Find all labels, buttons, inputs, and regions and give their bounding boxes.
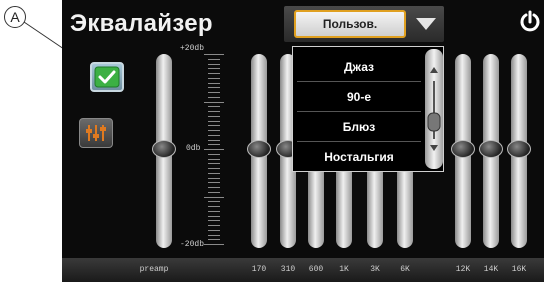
scale-tick [208, 220, 220, 222]
freq-label: 3K [370, 265, 380, 274]
scale-tick [208, 134, 220, 136]
scale-tick [208, 120, 220, 122]
scale-tick [208, 115, 220, 117]
arrow-up-icon[interactable] [430, 67, 438, 73]
freq-label: 1K [339, 265, 349, 274]
arrow-down-icon[interactable] [430, 145, 438, 151]
scale-tick [208, 144, 220, 146]
freq-label: 310 [280, 265, 296, 274]
scale-tick [208, 77, 220, 79]
equalizer-icon [86, 125, 106, 141]
scale-label-mid: 0db [186, 144, 201, 153]
scale-tick [204, 101, 224, 103]
scale-tick [208, 215, 220, 217]
scale-tick [208, 63, 220, 65]
scale-tick [208, 139, 220, 141]
dropdown-scrollbar[interactable] [425, 49, 443, 169]
scale-tick [208, 130, 220, 131]
preamp-label: preamp [139, 265, 169, 274]
scale-tick [204, 149, 224, 150]
scale-tick [208, 177, 220, 179]
scale-tick [208, 153, 220, 155]
scale-tick [204, 196, 224, 198]
preamp-slider[interactable] [152, 54, 176, 248]
dropdown-item[interactable]: Блюз [293, 112, 425, 142]
scale-tick [208, 125, 220, 127]
dropdown-item[interactable]: 90-е [293, 82, 425, 112]
check-icon [94, 66, 120, 88]
dropdown-item[interactable]: Ностальгия [293, 142, 425, 172]
preset-dropdown-list: Джаз 90-е Блюз Ностальгия [292, 46, 444, 172]
scale-tick [208, 168, 220, 169]
band-slider-16k[interactable] [507, 54, 531, 248]
scale-tick [208, 82, 220, 84]
scale-tick [208, 163, 220, 165]
scale-tick [208, 172, 220, 174]
scale-tick [208, 182, 220, 184]
freq-label: 16K [511, 265, 527, 274]
band-slider-14k[interactable] [479, 54, 503, 248]
scale-tick [204, 244, 224, 245]
freq-label: 600 [308, 265, 324, 274]
frequency-footer: preamp 170 310 600 1K 3K 6K 12K 14K 16K [62, 258, 544, 282]
equalizer-screen: Эквалайзер Пользов. +20db 0db -20db Джаз… [62, 0, 544, 282]
scale-tick [208, 239, 220, 241]
scale-tick [208, 68, 220, 70]
scale-tick [208, 201, 220, 203]
dropdown-item[interactable]: Джаз [293, 52, 425, 82]
freq-label: 14K [483, 265, 499, 274]
scale-tick [208, 58, 220, 60]
scale-tick [208, 229, 220, 231]
equalizer-settings-button[interactable] [79, 118, 113, 148]
freq-label: 12K [455, 265, 471, 274]
scale-tick [208, 225, 220, 226]
power-icon[interactable] [518, 10, 542, 34]
scale-tick [208, 191, 220, 193]
band-slider-170[interactable] [247, 54, 271, 248]
scale-tick [208, 234, 220, 236]
scale-label-bottom: -20db [180, 240, 205, 249]
page-title: Эквалайзер [70, 10, 213, 37]
scale-tick [208, 187, 220, 188]
slider-knob[interactable] [247, 140, 271, 158]
scale-tick [208, 73, 220, 74]
scale-tick [208, 158, 220, 160]
preset-button[interactable]: Пользов. [294, 10, 406, 38]
scale-tick [208, 206, 220, 207]
scale-tick [208, 210, 220, 212]
band-slider-12k[interactable] [451, 54, 475, 248]
scale-tick [208, 87, 220, 89]
scale-tick [208, 111, 220, 112]
scale-label-top: +20db [180, 44, 205, 53]
scale-tick [208, 96, 220, 98]
slider-knob[interactable] [507, 140, 531, 158]
slider-knob[interactable] [451, 140, 475, 158]
triangle-down-icon[interactable] [416, 18, 436, 30]
freq-label: 170 [251, 265, 267, 274]
scale-tick [204, 54, 224, 55]
slider-knob[interactable] [152, 140, 176, 158]
scale-tick [208, 92, 220, 93]
scroll-thumb[interactable] [427, 112, 441, 132]
apply-button[interactable] [90, 62, 124, 92]
freq-label: 6K [400, 265, 410, 274]
slider-knob[interactable] [479, 140, 503, 158]
scale-tick [208, 106, 220, 108]
